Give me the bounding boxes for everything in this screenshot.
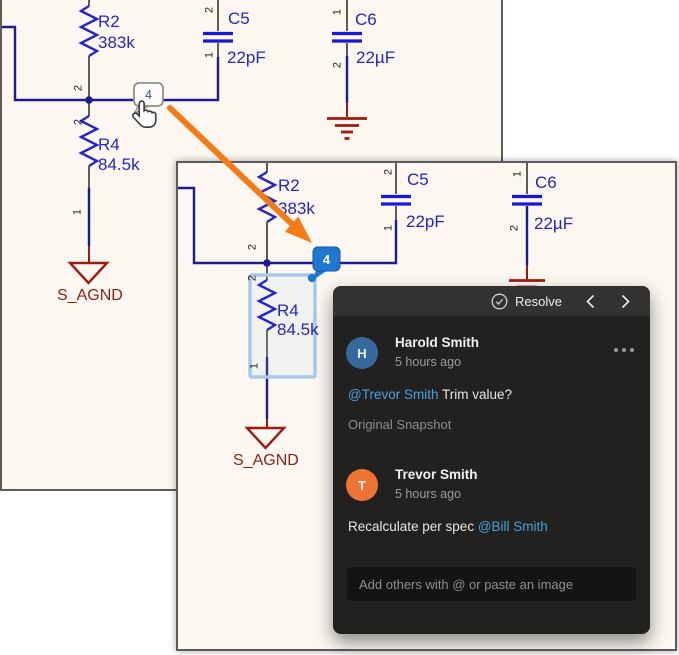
s-agnd-label: S_AGND	[57, 287, 123, 304]
svg-text:2: 2	[247, 275, 259, 281]
c6-ref: C6	[535, 173, 557, 192]
mention-trevor-smith[interactable]: @Trevor Smith	[348, 387, 438, 402]
svg-text:2: 2	[332, 62, 344, 68]
r2-value: 383k	[98, 33, 135, 52]
r2-value: 383k	[278, 199, 315, 218]
c5-value: 22pF	[227, 48, 266, 67]
comment-message: @Trevor Smith Trim value?	[348, 387, 512, 402]
comment-timestamp: 5 hours ago	[395, 355, 462, 369]
r2-ref: R2	[278, 176, 300, 195]
r4-value: 84.5k	[277, 320, 319, 339]
previous-comment-button[interactable]	[584, 293, 597, 310]
avatar-initial: H	[357, 345, 367, 361]
svg-text:2: 2	[383, 169, 395, 175]
capacitor-c6[interactable]: C6 22µF	[512, 173, 573, 233]
c5-ref: C5	[407, 170, 429, 189]
comment-marker-4-original[interactable]: 4	[131, 82, 164, 117]
avatar-harold-smith: H	[346, 337, 378, 369]
chevron-left-icon	[586, 294, 595, 308]
comment-marker-4-active[interactable]: 4	[312, 246, 341, 280]
r2-ref: R2	[98, 12, 120, 31]
ground-s-agnd[interactable]: S_AGND	[57, 246, 123, 304]
original-snapshot-note: Original Snapshot	[348, 417, 452, 432]
wire-junction-dot	[85, 96, 93, 104]
comment-author: Harold Smith	[395, 335, 480, 350]
marker-number: 4	[145, 88, 152, 102]
svg-text:1: 1	[204, 52, 216, 58]
comment-text: Trim value?	[438, 387, 512, 402]
ground-s-agnd[interactable]: S_AGND	[233, 419, 299, 469]
ground-earth-c6[interactable]	[327, 103, 367, 140]
svg-text:2: 2	[247, 244, 259, 250]
c6-ref: C6	[355, 10, 377, 29]
comment-panel-header: Resolve	[333, 286, 650, 316]
wire-junction-dot	[263, 259, 271, 267]
comment-timestamp: 5 hours ago	[395, 487, 462, 501]
svg-text:1: 1	[383, 225, 395, 231]
comment-thread-panel: Resolve H Harold Smith 5 hours ago @Trev…	[333, 286, 650, 634]
svg-text:1: 1	[72, 209, 84, 215]
capacitor-c6[interactable]: C6 22µF	[332, 10, 395, 67]
comment-text: Recalculate per spec	[348, 519, 478, 534]
add-comment-input[interactable]	[347, 567, 636, 601]
svg-text:1: 1	[249, 363, 261, 369]
svg-text:2: 2	[73, 119, 85, 125]
marker-number: 4	[323, 252, 331, 267]
svg-text:2: 2	[509, 225, 521, 231]
svg-text:1: 1	[332, 9, 344, 15]
r4-ref: R4	[98, 135, 120, 154]
comment-message: Recalculate per spec @Bill Smith	[348, 519, 548, 534]
resolve-label: Resolve	[515, 293, 562, 309]
schematic-collaboration-screenshot: R2 383k R4 84.5k C5 22pF C6 22µF 2 2 1 2…	[0, 0, 679, 655]
comment-author: Trevor Smith	[395, 467, 478, 482]
check-circle-icon	[491, 293, 508, 309]
c6-value: 22µF	[534, 214, 573, 233]
s-agnd-label: S_AGND	[233, 452, 299, 469]
chevron-right-icon	[621, 294, 630, 308]
c6-value: 22µF	[356, 48, 395, 67]
r4-ref: R4	[277, 301, 299, 320]
mention-bill-smith[interactable]: @Bill Smith	[478, 519, 548, 534]
avatar-trevor-smith: T	[346, 469, 378, 501]
comment-options-menu[interactable]	[614, 348, 634, 352]
resistor-r4[interactable]: R4 84.5k	[78, 114, 140, 174]
c5-ref: C5	[228, 9, 250, 28]
c5-value: 22pF	[406, 212, 445, 231]
ground-earth-c6[interactable]	[509, 265, 545, 289]
svg-text:1: 1	[512, 171, 524, 177]
svg-text:2: 2	[73, 85, 85, 91]
capacitor-c5[interactable]: C5 22pF	[381, 170, 445, 231]
next-comment-button[interactable]	[619, 293, 632, 310]
avatar-initial: T	[358, 477, 366, 493]
resistor-r2[interactable]: R2 383k	[78, 4, 135, 58]
r4-value: 84.5k	[98, 155, 140, 174]
resistor-r2[interactable]: R2 383k	[256, 170, 315, 224]
svg-text:2: 2	[204, 7, 216, 13]
resolve-button[interactable]: Resolve	[491, 293, 562, 310]
